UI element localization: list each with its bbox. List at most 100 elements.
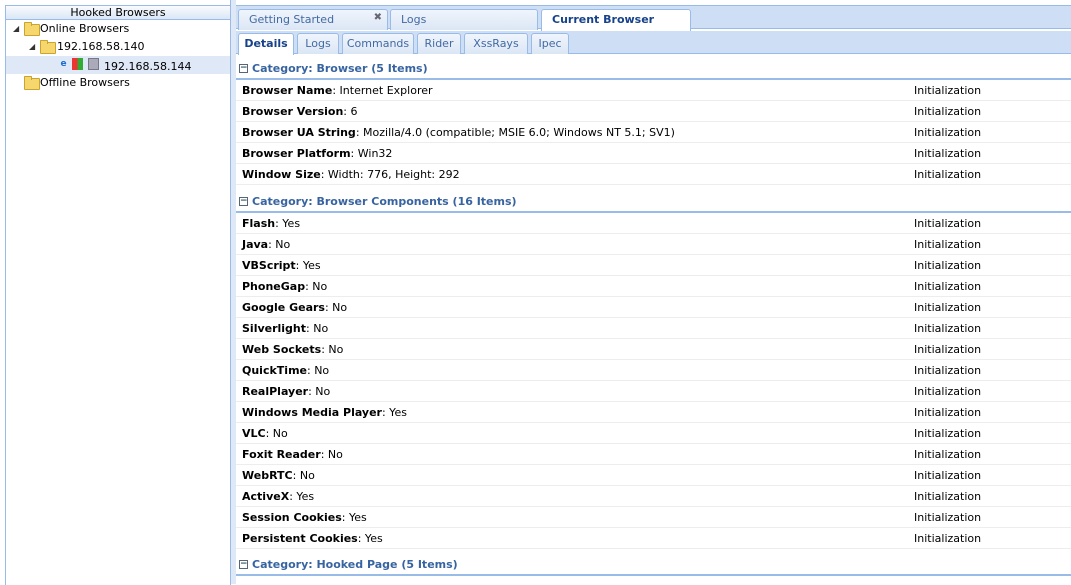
tab-sub-logs[interactable]: Logs [297,33,339,54]
detail-cell: PhoneGap: No [242,276,327,297]
detail-cell: RealPlayer: No [242,381,330,402]
hooked-browsers-panel: Hooked Browsers ◢ Online Browsers ◢ 192.… [0,0,231,585]
expand-triangle-icon[interactable]: ◢ [29,38,35,56]
collapse-icon[interactable]: − [239,197,248,206]
group-header-hooked-page[interactable]: − Category: Hooked Page (5 Items) [236,554,1071,576]
detail-value: : Yes [275,217,301,230]
detail-key: ActiveX [242,490,290,503]
detail-value: : Yes [341,511,367,524]
table-row[interactable]: Browser Name: Internet Explorer Initializ… [236,80,1071,101]
detail-cell: Foxit Reader: No [242,444,343,465]
tree-node-online-browsers[interactable]: ◢ Online Browsers [6,20,230,38]
group-header-browser-components[interactable]: − Category: Browser Components (16 Items… [236,191,1071,213]
source-cell: Initialization [914,126,982,139]
source-cell: Initialization [914,469,982,482]
table-row[interactable]: VLC: No Initialization [236,423,1071,444]
detail-key: VLC [242,427,266,440]
main-tab-bar: Getting Started ✖ Logs Current Browser [236,5,1071,31]
table-row[interactable]: Session Cookies: Yes Initialization [236,507,1071,528]
details-grid: − Category: Browser (5 Items) Browser Na… [236,58,1071,584]
table-row[interactable]: ActiveX: Yes Initialization [236,486,1071,507]
panel-title: Hooked Browsers [6,6,230,20]
detail-key: Browser UA String [242,126,356,139]
tab-label: Current Browser [552,13,655,26]
tab-rider[interactable]: Rider [417,33,461,54]
detail-cell: Window Size: Width: 776, Height: 292 [242,164,460,185]
table-row[interactable]: Browser Platform: Win32 Initialization [236,143,1071,164]
detail-value: : Mozilla/4.0 (compatible; MSIE 6.0; Win… [355,126,675,139]
ie-browser-icon: e [60,59,67,69]
table-row[interactable]: Google Gears: No Initialization [236,297,1071,318]
collapse-icon[interactable]: − [239,560,248,569]
tree-label-host: 192.168.58.140 [57,40,145,53]
tab-getting-started[interactable]: Getting Started ✖ [238,9,388,30]
table-row[interactable]: Flash: Yes Initialization [236,213,1071,234]
detail-key: Google Gears [242,301,325,314]
source-cell: Initialization [914,322,982,335]
table-row[interactable]: WebRTC: No Initialization [236,465,1071,486]
group-header-label: Category: Hooked Page (5 Items) [252,558,458,571]
tree-node-host[interactable]: ◢ 192.168.58.140 [6,38,230,56]
source-cell: Initialization [914,427,982,440]
expand-triangle-icon[interactable]: ◢ [13,20,19,38]
tab-details[interactable]: Details [238,33,294,55]
detail-value: : Width: 776, Height: 292 [320,168,460,181]
folder-open-icon [40,40,56,54]
detail-value: : No [306,322,329,335]
detail-cell: Web Sockets: No [242,339,343,360]
detail-key: Persistent Cookies [242,532,358,545]
table-row[interactable]: PhoneGap: No Initialization [236,276,1071,297]
source-cell: Initialization [914,385,982,398]
tab-xssrays[interactable]: XssRays [464,33,528,54]
tree-node-hooked-browser[interactable]: e 192.168.58.144 [6,56,230,74]
tab-current-browser[interactable]: Current Browser [541,9,691,31]
detail-value: : No [321,343,344,356]
table-row[interactable]: Windows Media Player: Yes Initialization [236,402,1071,423]
table-row[interactable]: Window Size: Width: 776, Height: 292 Init… [236,164,1071,185]
detail-cell: WebRTC: No [242,465,315,486]
hardware-icon [88,58,99,70]
detail-cell: Browser Version: 6 [242,101,358,122]
detail-key: WebRTC [242,469,293,482]
table-row[interactable]: Foxit Reader: No Initialization [236,444,1071,465]
source-cell: Initialization [914,147,982,160]
detail-cell: Browser Name: Internet Explorer [242,80,433,101]
detail-cell: Persistent Cookies: Yes [242,528,383,549]
tree-node-offline-browsers[interactable]: Offline Browsers [6,74,230,92]
tab-label: Commands [346,37,410,50]
tab-commands[interactable]: Commands [342,33,414,54]
detail-cell: VLC: No [242,423,288,444]
tab-label: Rider [424,37,454,50]
detail-value: : Yes [381,406,407,419]
table-row[interactable]: RealPlayer: No Initialization [236,381,1071,402]
source-cell: Initialization [914,168,982,181]
source-cell: Initialization [914,511,982,524]
close-icon[interactable]: ✖ [374,8,382,27]
detail-value: : No [308,385,331,398]
source-cell: Initialization [914,406,982,419]
table-row[interactable]: Java: No Initialization [236,234,1071,255]
windows-os-icon [72,58,83,70]
table-row[interactable]: Silverlight: No Initialization [236,318,1071,339]
detail-value: : 6 [343,105,358,118]
tab-ipec[interactable]: Ipec [531,33,569,54]
group-header-browser[interactable]: − Category: Browser (5 Items) [236,58,1071,80]
hooked-browsers-tree: Hooked Browsers ◢ Online Browsers ◢ 192.… [5,5,231,585]
table-row[interactable]: Persistent Cookies: Yes Initialization [236,528,1071,549]
collapse-icon[interactable]: − [239,64,248,73]
tab-logs[interactable]: Logs [390,9,538,30]
source-cell: Initialization [914,217,982,230]
detail-key: Foxit Reader [242,448,321,461]
detail-value: : Yes [357,532,383,545]
tab-label: Logs [305,37,331,50]
detail-cell: Google Gears: No [242,297,347,318]
table-row[interactable]: VBScript: Yes Initialization [236,255,1071,276]
detail-value: : No [305,280,328,293]
detail-value: : No [320,448,343,461]
table-row[interactable]: QuickTime: No Initialization [236,360,1071,381]
table-row[interactable]: Browser UA String: Mozilla/4.0 (compatib… [236,122,1071,143]
detail-value: : Win32 [350,147,393,160]
detail-key: PhoneGap [242,280,306,293]
table-row[interactable]: Web Sockets: No Initialization [236,339,1071,360]
table-row[interactable]: Browser Version: 6 Initialization [236,101,1071,122]
